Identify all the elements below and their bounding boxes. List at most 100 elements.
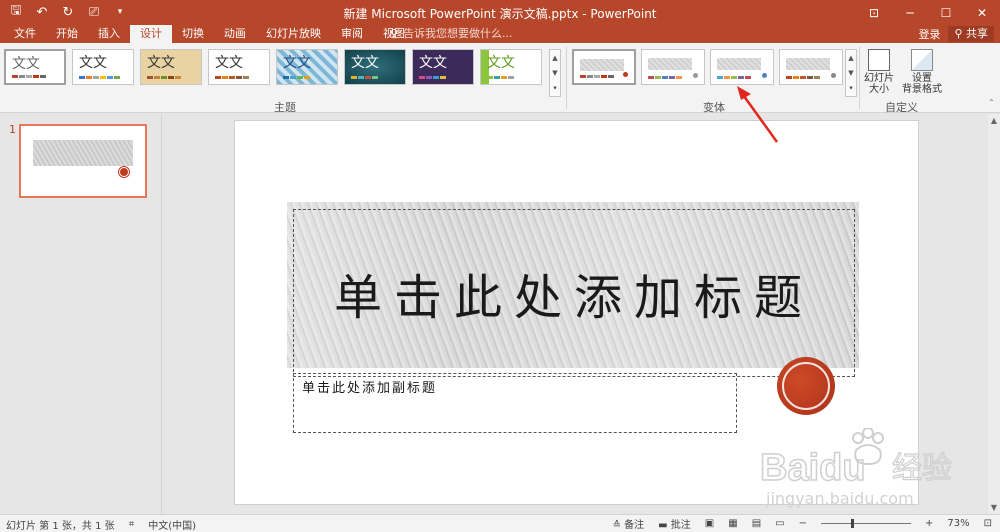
slide-counter: 幻灯片 第 1 张，共 1 张 <box>6 521 115 532</box>
slide-number: 1 <box>9 123 16 136</box>
account-area: 登录 ⚲ 共享 <box>918 25 994 43</box>
comments-button[interactable]: ▬ 批注 <box>658 516 691 531</box>
variant-texture <box>717 58 761 70</box>
tell-me-placeholder: 告诉我您想要做什么... <box>403 27 513 40</box>
language-indicator[interactable]: 中文(中国) <box>148 517 196 532</box>
share-button[interactable]: ⚲ 共享 <box>948 26 994 42</box>
theme-thumbnail[interactable]: 文文 <box>344 49 406 85</box>
scroll-down-arrow-icon[interactable]: ▼ <box>988 503 1000 512</box>
group-divider <box>566 47 567 109</box>
comment-icon: ▬ <box>658 520 671 531</box>
tab-transitions[interactable]: 切换 <box>172 25 214 43</box>
tab-review[interactable]: 审阅 <box>331 25 373 43</box>
collapse-ribbon-icon[interactable]: ˆ <box>989 99 994 110</box>
variant-thumbnail[interactable] <box>641 49 705 85</box>
design-ribbon: 文文 文文 文文 文文 文文 文文 文文 文文 ▲ ▼ ▾ 主题 ▲ ▼ ▾ 变… <box>0 43 1000 114</box>
tell-me-search[interactable]: ♀ 告诉我您想要做什么... <box>390 25 513 43</box>
maximize-icon[interactable]: ☐ <box>928 0 964 25</box>
theme-thumbnail[interactable]: 文文 <box>4 49 66 85</box>
window-title: 新建 Microsoft PowerPoint 演示文稿.pptx - Powe… <box>343 7 657 21</box>
tab-animations[interactable]: 动画 <box>214 25 256 43</box>
scroll-down-icon[interactable]: ▼ <box>848 69 853 77</box>
theme-thumbnail[interactable]: 文文 <box>140 49 202 85</box>
normal-view-icon[interactable]: ▣ <box>705 518 714 529</box>
fit-slide-icon[interactable]: ⊡ <box>984 518 992 529</box>
ribbon-tab-row: 文件 开始 插入 设计 切换 动画 幻灯片放映 审阅 视图 ♀ 告诉我您想要做什么… <box>0 25 1000 43</box>
variant-thumbnail[interactable] <box>572 49 636 85</box>
notes-button[interactable]: ≙ 备注 <box>613 516 645 531</box>
variants-gallery <box>572 49 843 85</box>
title-placeholder[interactable]: 单击此处添加标题 <box>293 209 855 377</box>
more-icon[interactable]: ▾ <box>849 84 853 92</box>
window-controls: ⊡ ─ ☐ ✕ <box>856 0 1000 25</box>
scroll-down-icon[interactable]: ▼ <box>552 69 557 77</box>
variant-colors <box>786 76 820 79</box>
annotation-arrow-icon <box>737 86 779 143</box>
reading-view-icon[interactable]: ▤ <box>752 518 761 529</box>
more-icon[interactable]: ▾ <box>553 84 557 92</box>
slide-thumbnail[interactable] <box>19 124 147 198</box>
red-seal-graphic <box>777 357 835 415</box>
spellcheck-icon[interactable]: ⌗ <box>129 519 135 530</box>
slideshow-view-icon[interactable]: ▭ <box>775 518 784 529</box>
theme-colors <box>487 76 514 79</box>
zoom-out-button[interactable]: − <box>799 518 807 529</box>
theme-sample-text: 文文 <box>147 55 175 71</box>
zoom-slider-knob[interactable] <box>850 519 854 528</box>
themes-gallery-scroll[interactable]: ▲ ▼ ▾ <box>549 49 561 97</box>
slide-sorter-view-icon[interactable]: ▦ <box>728 518 737 529</box>
subtitle-placeholder-text: 单击此处添加副标题 <box>302 381 438 396</box>
status-bar: 幻灯片 第 1 张，共 1 张 ⌗ 中文(中国) ≙ 备注 ▬ 批注 ▣ ▦ ▤… <box>0 514 1000 532</box>
minimize-icon[interactable]: ─ <box>892 0 928 25</box>
variant-colors <box>580 75 614 78</box>
theme-thumbnail[interactable]: 文文 <box>72 49 134 85</box>
variant-accent-dot <box>623 72 628 77</box>
tab-home[interactable]: 开始 <box>46 25 88 43</box>
variant-thumbnail[interactable] <box>710 49 774 85</box>
status-left: 幻灯片 第 1 张，共 1 张 ⌗ 中文(中国) <box>6 517 196 532</box>
customize-group: 幻灯片 大小 设置 背景格式 <box>862 47 942 95</box>
notes-icon: ≙ <box>612 520 625 531</box>
theme-sample-text: 文文 <box>215 55 243 71</box>
thumbnail-seal <box>119 167 129 177</box>
theme-colors <box>215 76 249 79</box>
theme-thumbnail[interactable]: 文文 <box>276 49 338 85</box>
theme-thumbnail[interactable]: 文文 <box>412 49 474 85</box>
variant-texture <box>580 59 624 71</box>
scroll-up-arrow-icon[interactable]: ▲ <box>988 116 1000 125</box>
format-background-button[interactable]: 设置 背景格式 <box>902 47 942 95</box>
slide-size-button[interactable]: 幻灯片 大小 <box>862 47 896 95</box>
watermark-url: jingyan.baidu.com <box>765 489 914 508</box>
themes-group-label: 主题 <box>274 101 296 114</box>
baidu-watermark: Baidu 经验 jingyan.baidu.com <box>760 428 953 508</box>
zoom-in-button[interactable]: + <box>925 518 933 529</box>
title-placeholder-text: 单击此处添加标题 <box>333 270 814 326</box>
tab-insert[interactable]: 插入 <box>88 25 130 43</box>
theme-colors <box>79 76 120 79</box>
tab-file[interactable]: 文件 <box>4 25 46 43</box>
theme-colors <box>351 76 378 79</box>
scroll-up-icon[interactable]: ▲ <box>552 54 557 62</box>
ribbon-tabs: 文件 开始 插入 设计 切换 动画 幻灯片放映 审阅 视图 <box>4 25 415 43</box>
variants-gallery-scroll[interactable]: ▲ ▼ ▾ <box>845 49 857 97</box>
theme-thumbnail[interactable]: 文文 <box>480 49 542 85</box>
tab-design[interactable]: 设计 <box>130 25 172 43</box>
zoom-slider[interactable] <box>820 519 911 528</box>
theme-colors <box>283 76 310 79</box>
scroll-up-icon[interactable]: ▲ <box>848 54 853 62</box>
subtitle-placeholder[interactable]: 单击此处添加副标题 <box>293 373 737 433</box>
theme-sample-text: 文文 <box>419 55 447 71</box>
variant-texture <box>786 58 830 70</box>
theme-thumbnail[interactable]: 文文 <box>208 49 270 85</box>
notes-label: 备注 <box>624 520 645 531</box>
variant-thumbnail[interactable] <box>779 49 843 85</box>
login-link[interactable]: 登录 <box>918 26 940 42</box>
format-background-icon <box>911 49 933 71</box>
ribbon-display-options-icon[interactable]: ⊡ <box>856 0 892 25</box>
close-icon[interactable]: ✕ <box>964 0 1000 25</box>
title-bar: 🖫 ↶ ↻ ⎚ ▾ 新建 Microsoft PowerPoint 演示文稿.p… <box>0 0 1000 25</box>
themes-gallery: 文文 文文 文文 文文 文文 文文 文文 文文 <box>4 49 542 85</box>
vertical-scrollbar[interactable]: ▲ ▼ <box>988 114 1000 514</box>
zoom-level[interactable]: 73% <box>947 518 969 529</box>
tab-slideshow[interactable]: 幻灯片放映 <box>256 25 331 43</box>
